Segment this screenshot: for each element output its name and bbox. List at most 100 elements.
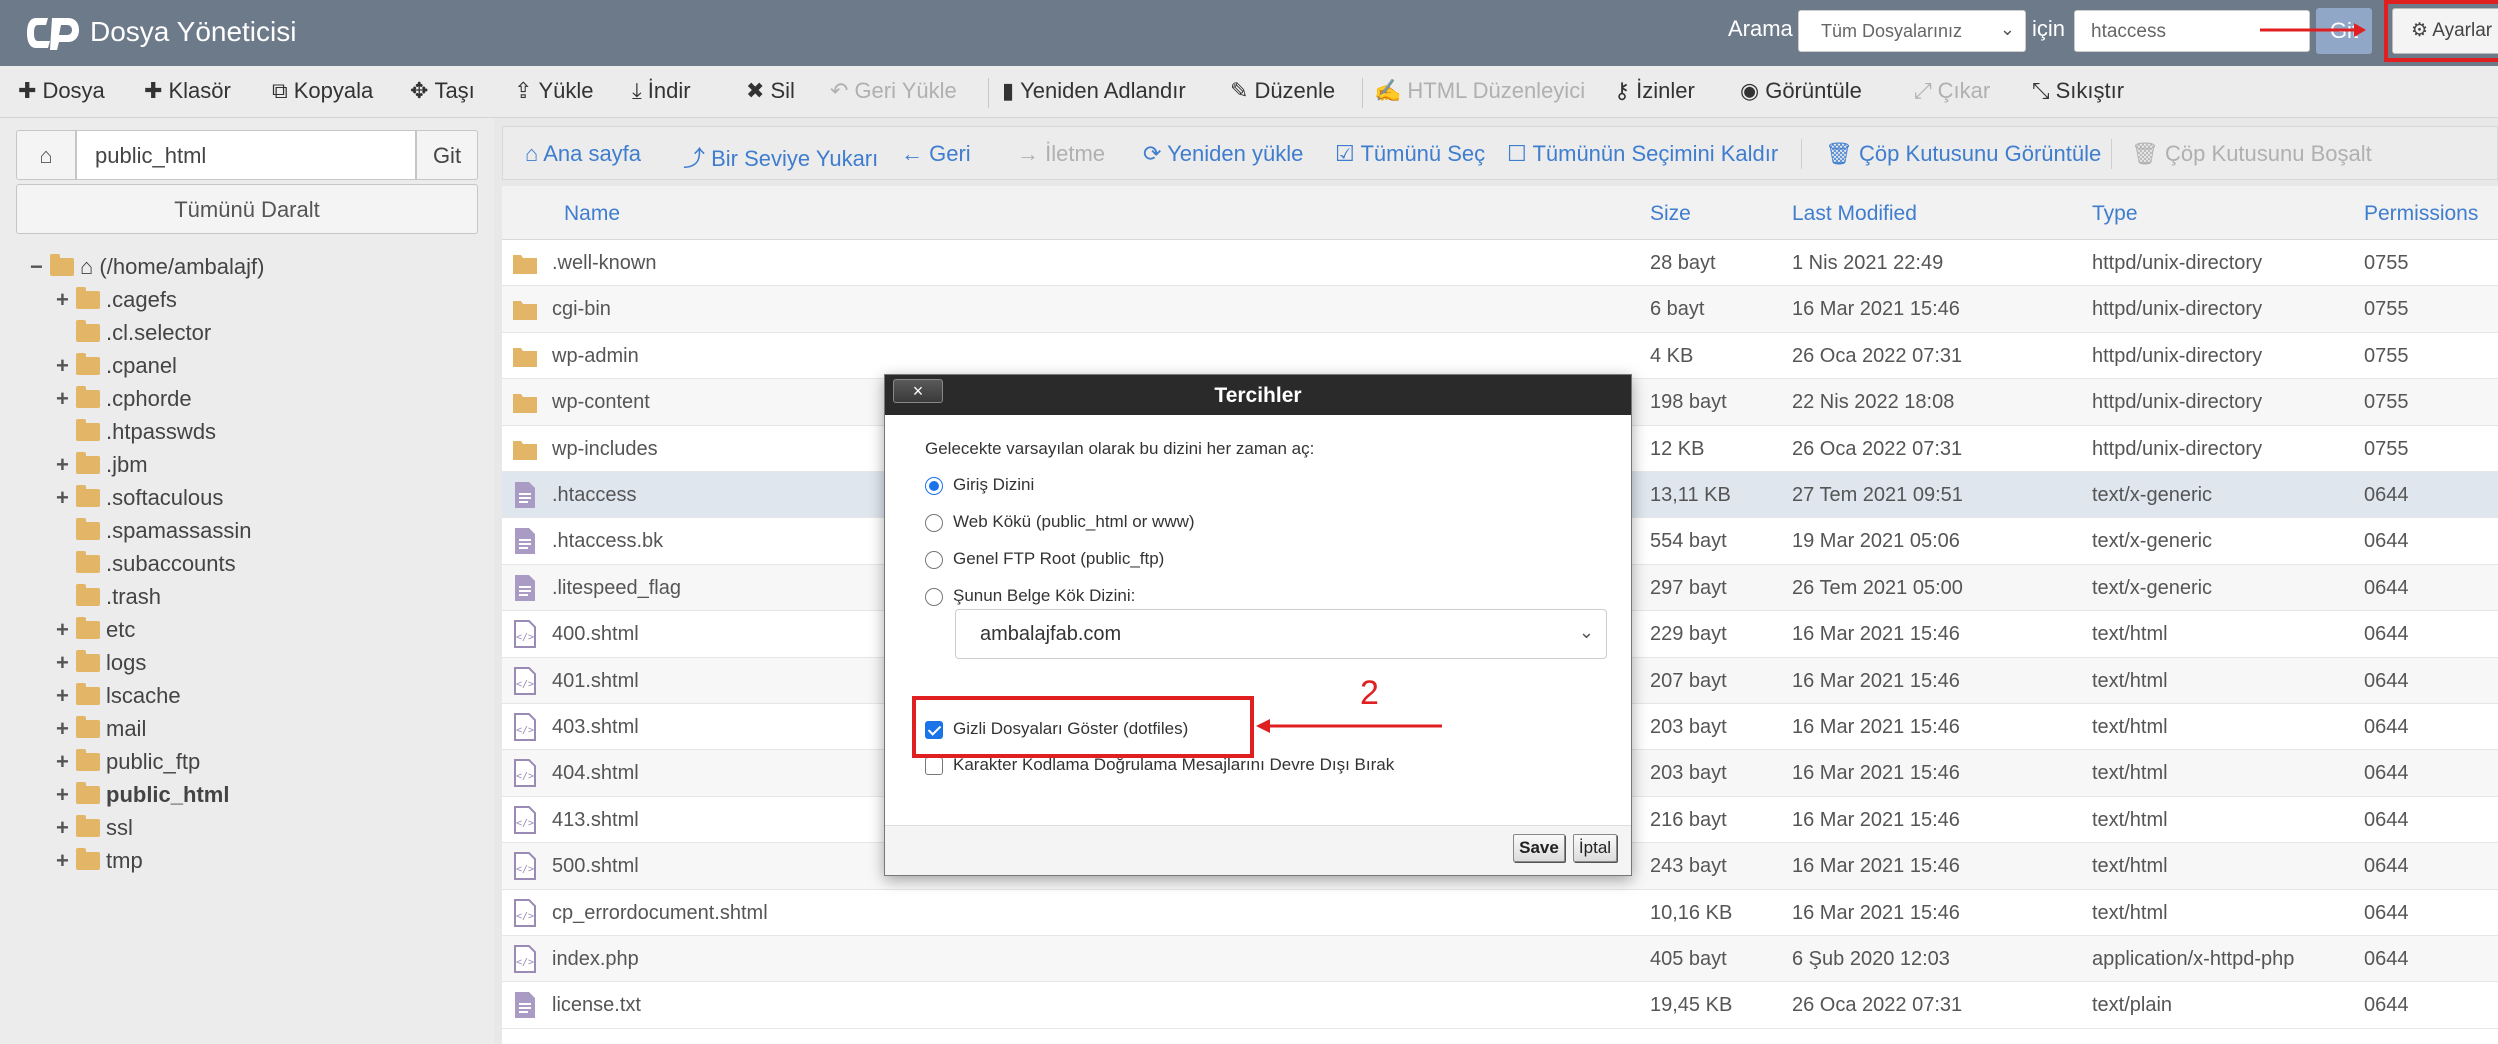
file-name[interactable]: cgi-bin <box>552 298 611 321</box>
close-button[interactable]: × <box>893 379 943 403</box>
radio-document-root[interactable]: Şunun Belge Kök Dizini: <box>925 586 1135 606</box>
expand-toggle-icon[interactable]: + <box>56 353 72 379</box>
radio-button[interactable] <box>925 550 943 569</box>
expand-toggle-icon[interactable]: + <box>56 683 72 709</box>
file-name[interactable]: wp-admin <box>552 345 639 368</box>
tree-item[interactable]: + .softaculous <box>56 485 223 517</box>
tree-item[interactable]: + .cphorde <box>56 386 192 418</box>
expand-toggle-icon[interactable]: + <box>56 617 72 643</box>
toolbar-görüntüle-button[interactable]: ◉ Görüntüle <box>1740 78 1862 104</box>
tree-item[interactable]: + .cagefs <box>56 287 177 319</box>
table-row[interactable]: .well-known 28 bayt 1 Nis 2021 22:49 httpd/… <box>502 240 2498 287</box>
file-name[interactable]: index.php <box>552 948 639 971</box>
path-go-button[interactable]: Git <box>416 130 478 180</box>
tree-item[interactable]: + etc <box>56 617 135 649</box>
nav-trash-button[interactable]: 🗑 Çöp Kutusunu Boşalt <box>2131 141 2372 167</box>
radio-ftp-root[interactable]: Genel FTP Root (public_ftp) <box>925 549 1164 569</box>
toolbar-sıkıştır-button[interactable]: ⤡ Sıkıştır <box>2032 78 2124 104</box>
toolbar-yükle-button[interactable]: ⇪ Yükle <box>514 78 593 104</box>
file-name[interactable]: 400.shtml <box>552 623 639 646</box>
file-name[interactable]: 413.shtml <box>552 809 639 832</box>
tree-item[interactable]: .subaccounts <box>56 551 236 583</box>
toolbar-i-ndir-button[interactable]: ⤓ İndir <box>632 78 691 104</box>
toolbar-html-düzenleyici-button[interactable]: ✍ HTML Düzenleyici <box>1374 78 1585 104</box>
checkbox[interactable] <box>925 756 943 775</box>
tree-item[interactable]: .trash <box>56 584 161 616</box>
expand-toggle-icon[interactable]: + <box>56 749 72 775</box>
expand-toggle-icon[interactable]: + <box>56 716 72 742</box>
tree-item[interactable]: + public_html <box>56 782 229 814</box>
file-name[interactable]: 404.shtml <box>552 762 639 785</box>
path-input[interactable]: public_html <box>76 130 416 180</box>
file-name[interactable]: .well-known <box>552 252 656 275</box>
expand-toggle-icon[interactable]: + <box>56 485 72 511</box>
toolbar-klasör-button[interactable]: ✚ Klasör <box>144 78 231 104</box>
nav-home-button[interactable]: ⌂ Ana sayfa <box>525 141 641 167</box>
column-header-size[interactable]: Size <box>1650 202 1691 226</box>
expand-toggle-icon[interactable]: + <box>56 452 72 478</box>
nav-refresh-button[interactable]: ⟳ Yeniden yükle <box>1143 141 1303 167</box>
file-name[interactable]: cp_errordocument.shtml <box>552 902 768 925</box>
column-header-type[interactable]: Type <box>2092 202 2138 226</box>
expand-toggle-icon[interactable]: + <box>56 815 72 841</box>
nav-check-square-button[interactable]: ☑ Tümünü Seç <box>1335 141 1485 167</box>
file-name[interactable]: wp-includes <box>552 438 658 461</box>
expand-toggle-icon[interactable]: + <box>56 650 72 676</box>
radio-web-root[interactable]: Web Kökü (public_html or www) <box>925 512 1195 532</box>
radio-home-directory[interactable]: Giriş Dizini <box>925 475 1034 495</box>
collapse-toggle-icon[interactable]: − <box>30 254 46 280</box>
toolbar-geri-yükle-button[interactable]: ↶ Geri Yükle <box>830 78 957 104</box>
file-name[interactable]: 401.shtml <box>552 670 639 693</box>
table-row[interactable]: wp-admin 4 KB 26 Oca 2022 07:31 httpd/unix-… <box>502 333 2498 380</box>
table-row[interactable]: license.txt 19,45 KB 26 Oca 2022 07:31 text… <box>502 982 2498 1029</box>
toolbar-dosya-button[interactable]: ✚ Dosya <box>18 78 105 104</box>
file-name[interactable]: 403.shtml <box>552 716 639 739</box>
tree-item[interactable]: .htpasswds <box>56 419 216 451</box>
expand-toggle-icon[interactable]: + <box>56 386 72 412</box>
column-header-name[interactable]: Name <box>564 202 620 226</box>
tree-item[interactable]: − ⌂ (/home/ambalajf) <box>30 254 264 286</box>
tree-item[interactable]: + public_ftp <box>56 749 200 781</box>
cancel-button[interactable]: İptal <box>1573 834 1617 862</box>
radio-button[interactable] <box>925 513 943 532</box>
toolbar-yeniden-adlandır-button[interactable]: ▮ Yeniden Adlandır <box>1002 78 1186 104</box>
file-name[interactable]: wp-content <box>552 391 650 414</box>
file-name[interactable]: .litespeed_flag <box>552 577 681 600</box>
column-header-modified[interactable]: Last Modified <box>1792 202 1917 226</box>
home-button[interactable]: ⌂ <box>16 130 76 180</box>
tree-item[interactable]: + .jbm <box>56 452 148 484</box>
tree-item[interactable]: + tmp <box>56 848 143 880</box>
toolbar-kopyala-button[interactable]: ⧉ Kopyala <box>272 78 373 104</box>
nav-arrow-left-button[interactable]: ← Geri <box>901 141 971 167</box>
column-header-permissions[interactable]: Permissions <box>2364 202 2478 226</box>
save-button[interactable]: Save <box>1513 834 1565 862</box>
nav-trash-button[interactable]: 🗑 Çöp Kutusunu Görüntüle <box>1825 141 2101 167</box>
document-root-select[interactable]: ambalajfab.com ⌄ <box>955 609 1607 659</box>
table-row[interactable]: </> index.php 405 bayt 6 Şub 2020 12:03 appl… <box>502 936 2498 983</box>
tree-item[interactable]: + .cpanel <box>56 353 177 385</box>
nav-square-button[interactable]: ☐ Tümünün Seçimini Kaldır <box>1507 141 1778 167</box>
toolbar-taşı-button[interactable]: ✥ Taşı <box>410 78 475 104</box>
nav-arrow-right-button[interactable]: → İletme <box>1017 141 1105 167</box>
toolbar-düzenle-button[interactable]: ✎ Düzenle <box>1230 78 1335 104</box>
tree-item[interactable]: + lscache <box>56 683 181 715</box>
toolbar-çıkar-button[interactable]: ⤢ Çıkar <box>1914 78 1990 104</box>
checkbox-disable-encoding-check[interactable]: Karakter Kodlama Doğrulama Mesajlarını D… <box>925 755 1394 775</box>
file-name[interactable]: .htaccess <box>552 484 636 507</box>
tree-item[interactable]: .spamassassin <box>56 518 252 550</box>
table-row[interactable]: </> cp_errordocument.shtml 10,16 KB 16 Mar … <box>502 890 2498 936</box>
expand-toggle-icon[interactable]: + <box>56 848 72 874</box>
search-scope-select[interactable]: Tüm Dosyalarınız ⌄ <box>1798 10 2026 52</box>
tree-item[interactable]: .cl.selector <box>56 320 211 352</box>
tree-item[interactable]: + mail <box>56 716 146 748</box>
file-name[interactable]: .htaccess.bk <box>552 530 663 553</box>
file-name[interactable]: 500.shtml <box>552 855 639 878</box>
expand-toggle-icon[interactable]: + <box>56 287 72 313</box>
collapse-all-button[interactable]: Tümünü Daralt <box>16 184 478 234</box>
radio-button[interactable] <box>925 587 943 606</box>
file-name[interactable]: license.txt <box>552 994 641 1017</box>
toolbar-i-zinler-button[interactable]: ⚷ İzinler <box>1614 78 1695 104</box>
radio-button[interactable] <box>925 476 943 495</box>
table-row[interactable]: cgi-bin 6 bayt 16 Mar 2021 15:46 httpd/unix… <box>502 286 2498 333</box>
expand-toggle-icon[interactable]: + <box>56 782 72 808</box>
